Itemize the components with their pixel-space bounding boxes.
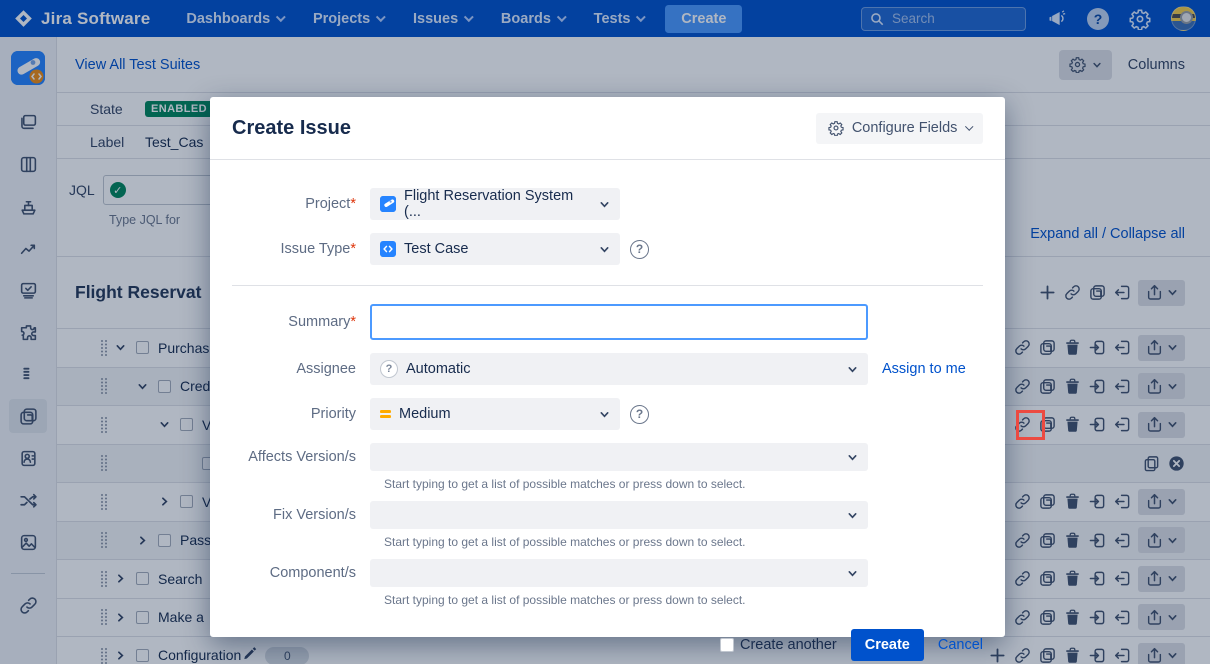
affects-versions-select[interactable] xyxy=(370,443,868,471)
configure-fields-label: Configure Fields xyxy=(852,120,958,136)
chevron-down-icon xyxy=(847,452,858,463)
chevron-down-icon xyxy=(599,199,610,210)
create-button[interactable]: Create xyxy=(851,629,924,661)
affects-versions-label: Affects Version/s xyxy=(232,449,370,465)
assignee-label: Assignee xyxy=(232,361,370,377)
components-select[interactable] xyxy=(370,559,868,587)
form-divider xyxy=(232,285,983,286)
issue-type-help-icon[interactable]: ? xyxy=(630,240,649,259)
chevron-down-icon xyxy=(847,568,858,579)
create-another-label: Create another xyxy=(740,637,837,653)
chevron-down-icon xyxy=(847,364,858,375)
modal-body: Project* Flight Reservation System (... … xyxy=(210,160,1005,607)
priority-medium-icon xyxy=(380,410,391,418)
priority-label: Priority xyxy=(232,406,370,422)
issue-type-select[interactable]: Test Case xyxy=(370,233,620,265)
cancel-link[interactable]: Cancel xyxy=(938,637,983,653)
priority-value: Medium xyxy=(399,406,451,422)
chevron-down-icon xyxy=(599,244,610,255)
fix-versions-label: Fix Version/s xyxy=(232,507,370,523)
issue-type-label: Issue Type xyxy=(280,241,350,257)
test-case-type-icon xyxy=(380,241,396,257)
assign-to-me-link[interactable]: Assign to me xyxy=(882,361,966,377)
configure-fields-button[interactable]: Configure Fields xyxy=(816,113,983,144)
modal-footer: Create another Create Cancel xyxy=(210,617,1005,661)
project-avatar-icon xyxy=(380,196,396,212)
chevron-down-icon xyxy=(847,510,858,521)
issue-type-value: Test Case xyxy=(404,241,468,257)
project-value: Flight Reservation System (... xyxy=(404,188,591,220)
chevron-down-icon xyxy=(966,123,974,131)
chevron-down-icon xyxy=(599,409,610,420)
gear-icon xyxy=(828,120,844,136)
components-label: Component/s xyxy=(232,565,370,581)
summary-label: Summary xyxy=(288,314,350,330)
project-label: Project xyxy=(305,196,350,212)
assignee-value: Automatic xyxy=(406,361,470,377)
priority-help-icon[interactable]: ? xyxy=(630,405,649,424)
modal-header: Create Issue Configure Fields xyxy=(210,97,1005,160)
fix-versions-helper: Start typing to get a list of possible m… xyxy=(384,535,983,549)
fix-versions-select[interactable] xyxy=(370,501,868,529)
summary-input[interactable] xyxy=(370,304,868,340)
affects-versions-helper: Start typing to get a list of possible m… xyxy=(384,477,983,491)
modal-title: Create Issue xyxy=(232,117,351,140)
automatic-avatar-icon: ? xyxy=(380,360,398,378)
assignee-select[interactable]: ? Automatic xyxy=(370,353,868,385)
create-issue-dialog: Create Issue Configure Fields Project* F… xyxy=(210,97,1005,637)
components-helper: Start typing to get a list of possible m… xyxy=(384,593,983,607)
project-select[interactable]: Flight Reservation System (... xyxy=(370,188,620,220)
priority-select[interactable]: Medium xyxy=(370,398,620,430)
create-another-checkbox[interactable] xyxy=(720,638,734,652)
